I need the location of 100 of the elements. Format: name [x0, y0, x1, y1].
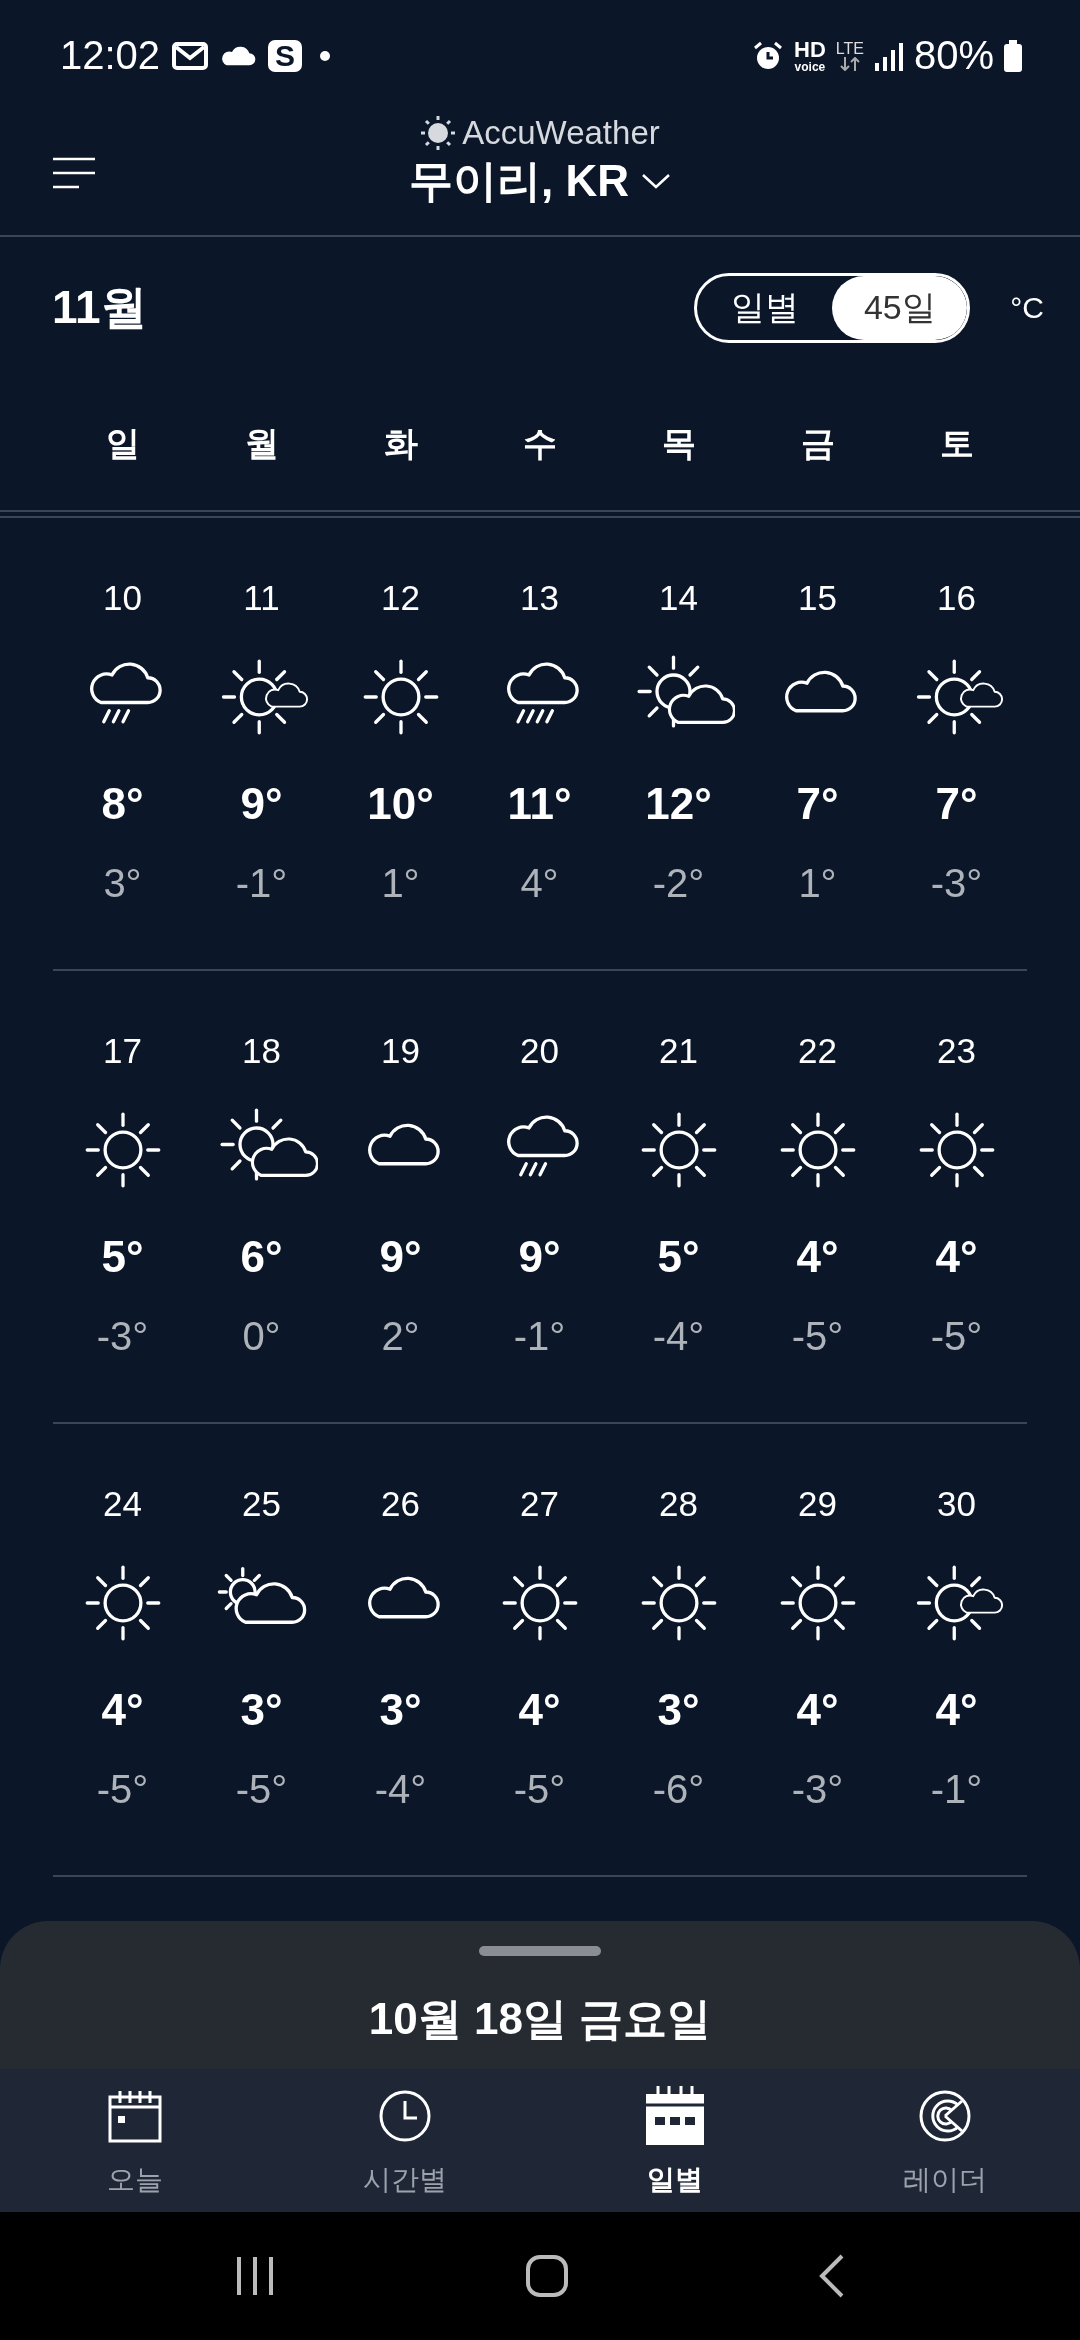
date-number[interactable]: 14 [659, 578, 698, 627]
low-temperature: 2° [381, 1314, 420, 1360]
home-icon[interactable] [526, 2255, 568, 2298]
high-temperature: 4° [101, 1685, 144, 1736]
high-temperature: 7° [796, 779, 839, 830]
high-temperature: 4° [518, 1685, 561, 1736]
calendar-icon [644, 2084, 706, 2147]
date-number[interactable]: 16 [937, 578, 976, 627]
date-number[interactable]: 29 [798, 1484, 837, 1533]
low-temperature: -6° [652, 1767, 705, 1813]
date-number[interactable]: 27 [520, 1484, 559, 1533]
high-temperature: 4° [796, 1685, 839, 1736]
date-number[interactable]: 20 [520, 1031, 559, 1080]
alarm-icon [752, 39, 784, 72]
unit-label: °C [1010, 290, 1044, 325]
high-temperature: 9° [240, 779, 283, 830]
date-number[interactable]: 10 [103, 578, 142, 627]
battery-percent: 80% [913, 33, 994, 79]
low-temperature: -5° [930, 1314, 983, 1360]
low-temperature: -4° [652, 1314, 705, 1360]
date-number[interactable]: 11 [243, 578, 280, 627]
range-option[interactable]: 45일 [832, 275, 968, 340]
date-number[interactable]: 23 [937, 1031, 976, 1080]
weekday-label: 일 [104, 423, 141, 465]
high-temperature: 5° [657, 1232, 700, 1283]
recent-apps-icon[interactable] [235, 2255, 276, 2298]
high-temperature: 8° [101, 779, 144, 830]
drag-handle[interactable] [479, 1946, 601, 1957]
high-temperature: 4° [935, 1685, 978, 1736]
location-selector[interactable]: 무이리, KR [409, 151, 671, 211]
high-temperature: 4° [796, 1232, 839, 1283]
date-number[interactable]: 24 [103, 1484, 142, 1533]
date-number[interactable]: 28 [659, 1484, 698, 1533]
nav-tab[interactable]: 오늘 [0, 2068, 270, 2213]
back-icon[interactable] [818, 2254, 845, 2299]
high-temperature: 12° [645, 779, 712, 830]
data-arrows-icon [837, 56, 862, 71]
month-label: 11월 [52, 279, 147, 335]
voice-label: voice [794, 60, 826, 73]
high-temperature: 5° [101, 1232, 144, 1283]
battery-icon [1004, 39, 1022, 72]
sun-logo-icon [420, 114, 457, 151]
low-temperature: 0° [242, 1314, 281, 1360]
date-number[interactable]: 22 [798, 1031, 837, 1080]
low-temperature: -5° [235, 1767, 288, 1813]
low-temperature: 4° [520, 861, 559, 907]
low-temperature: -1° [235, 861, 288, 907]
low-temperature: -5° [96, 1767, 149, 1813]
date-number[interactable]: 30 [937, 1484, 976, 1533]
cloud-icon [220, 44, 257, 67]
high-temperature: 3° [657, 1685, 700, 1736]
date-number[interactable]: 15 [798, 578, 837, 627]
low-temperature: -3° [96, 1314, 149, 1360]
range-option[interactable]: 일별 [697, 275, 833, 340]
date-number[interactable]: 12 [381, 578, 420, 627]
weekday-label: 수 [521, 423, 558, 465]
low-temperature: -5° [513, 1767, 566, 1813]
radar-icon [918, 2088, 972, 2143]
low-temperature: -1° [513, 1314, 566, 1360]
date-number[interactable]: 18 [242, 1031, 281, 1080]
nav-tab[interactable]: 레이더 [810, 2068, 1080, 2213]
date-number[interactable]: 17 [103, 1031, 142, 1080]
low-temperature: -3° [791, 1767, 844, 1813]
weekday-label: 목 [660, 423, 697, 465]
low-temperature: 3° [103, 861, 142, 907]
low-temperature: -1° [930, 1767, 983, 1813]
clock-time: 12:02 [60, 33, 161, 79]
network-label: LTE [835, 40, 864, 57]
date-number[interactable]: 25 [242, 1484, 281, 1533]
high-temperature: 7° [935, 779, 978, 830]
low-temperature: 1° [381, 861, 420, 907]
high-temperature: 6° [240, 1232, 283, 1283]
low-temperature: 1° [798, 861, 837, 907]
high-temperature: 11° [507, 779, 572, 830]
high-temperature: 3° [379, 1685, 422, 1736]
signal-icon [873, 40, 904, 71]
high-temperature: 9° [518, 1232, 561, 1283]
high-temperature: 9° [379, 1232, 422, 1283]
calendar-icon [108, 2088, 162, 2143]
weekday-label: 화 [382, 423, 419, 465]
nav-tab[interactable]: 일별 [540, 2068, 810, 2213]
low-temperature: -2° [652, 861, 705, 907]
date-number[interactable]: 13 [520, 578, 559, 627]
nav-tab[interactable]: 시간별 [270, 2068, 540, 2213]
high-temperature: 3° [240, 1685, 283, 1736]
high-temperature: 10° [367, 779, 434, 830]
hd-label: HD [794, 38, 826, 61]
menu-icon[interactable] [52, 156, 96, 191]
low-temperature: -5° [791, 1314, 844, 1360]
app-badge: S [268, 39, 303, 72]
date-number[interactable]: 19 [381, 1031, 420, 1080]
selected-date-title: 10월 18일 금요일 [368, 1993, 712, 2046]
weekday-label: 금 [799, 423, 836, 465]
date-number[interactable]: 26 [381, 1484, 420, 1533]
mail-icon [172, 41, 209, 70]
date-number[interactable]: 21 [659, 1031, 698, 1080]
low-temperature: -4° [374, 1767, 427, 1813]
weekday-label: 월 [243, 423, 280, 465]
brand-name: AccuWeather [462, 113, 660, 152]
low-temperature: -3° [930, 861, 983, 907]
